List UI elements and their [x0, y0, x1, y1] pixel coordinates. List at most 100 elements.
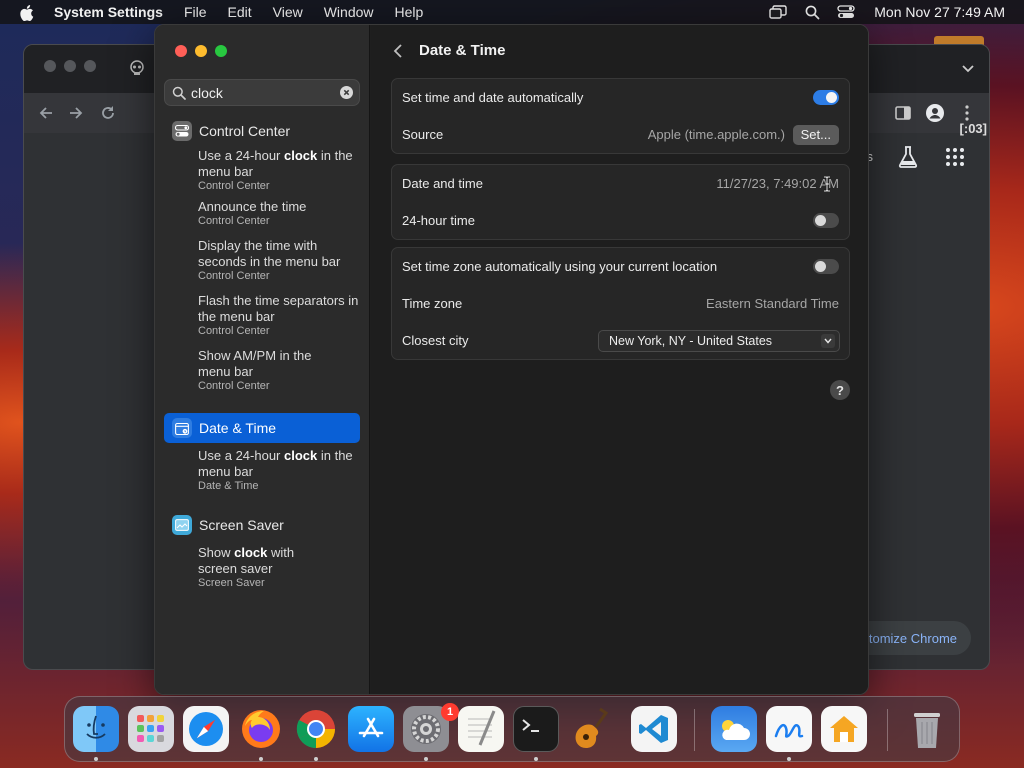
- side-panel-icon[interactable]: [893, 103, 913, 123]
- date-time-value: 11/27/23, 7:49:02 AM: [716, 176, 839, 191]
- running-indicator: [259, 757, 263, 761]
- dock-chrome[interactable]: [293, 706, 339, 752]
- control-center-icon: [172, 121, 192, 141]
- dock-finder[interactable]: [73, 706, 119, 752]
- vscode-icon: [639, 715, 668, 743]
- reload-icon[interactable]: [98, 103, 118, 123]
- page-title: Date & Time: [419, 42, 506, 59]
- dock-trash[interactable]: [904, 706, 950, 752]
- search-result-item[interactable]: Announce the time Control Center: [164, 199, 360, 228]
- dock-safari[interactable]: [183, 706, 229, 752]
- sidebar-item-screen-saver[interactable]: Screen Saver: [164, 510, 360, 540]
- search-result-source: Control Center: [198, 380, 270, 392]
- chrome-close-button[interactable]: [44, 60, 56, 72]
- closest-city-value: New York, NY - United States: [609, 333, 773, 348]
- set-time-automatically-toggle[interactable]: [813, 90, 839, 105]
- dock-separator: [694, 709, 695, 751]
- dock-firefox[interactable]: [238, 706, 284, 752]
- menu-file[interactable]: File: [184, 4, 207, 20]
- result-text: Use a 24-hour: [198, 448, 284, 463]
- menu-help[interactable]: Help: [395, 4, 424, 20]
- date-time-card: Date and time 11/27/23, 7:49:02 AM 24-ho…: [391, 164, 850, 240]
- window-zoom-button[interactable]: [215, 45, 227, 57]
- sidebar-item-label: Screen Saver: [199, 517, 284, 533]
- search-result-item[interactable]: Show clock with screen saver Screen Save…: [164, 545, 360, 590]
- menu-window[interactable]: Window: [324, 4, 374, 20]
- search-result-title: Flash the time separators in the menu ba…: [198, 293, 359, 324]
- search-result-title: Show AM/PM in the menu bar: [198, 348, 312, 379]
- toggle-knob: [826, 92, 837, 103]
- weather-cloud-icon: [722, 720, 750, 740]
- notification-badge: 1: [441, 703, 459, 721]
- menu-bar: System Settings File Edit View Window He…: [0, 0, 1024, 24]
- sidebar-item-label: Date & Time: [199, 420, 277, 436]
- spotlight-search-icon[interactable]: [802, 4, 822, 20]
- set-source-button[interactable]: Set...: [792, 124, 839, 145]
- tab-search-chevron-icon[interactable]: [961, 61, 975, 75]
- search-result-source: Control Center: [198, 325, 270, 337]
- window-close-button[interactable]: [175, 45, 187, 57]
- profile-avatar-icon[interactable]: [925, 103, 945, 123]
- labs-flask-icon[interactable]: [897, 145, 919, 169]
- source-row: Source Apple (time.apple.com.) Set...: [392, 116, 849, 153]
- forward-arrow-icon[interactable]: [66, 103, 86, 123]
- apple-menu-icon[interactable]: [20, 4, 34, 21]
- search-result-source: Screen Saver: [198, 577, 265, 589]
- system-settings-window: Control Center Use a 24-hour clock in th…: [154, 24, 869, 695]
- search-result-item[interactable]: Use a 24-hour clock in the menu bar Date…: [164, 448, 360, 493]
- result-match: clock: [284, 448, 318, 463]
- sidebar-search-field[interactable]: [164, 79, 360, 106]
- row-label: Set time and date automatically: [402, 90, 584, 105]
- menu-bar-clock[interactable]: Mon Nov 27 7:49 AM: [874, 4, 1005, 20]
- toggle-knob: [815, 215, 826, 226]
- screen-mirroring-icon[interactable]: [768, 4, 788, 20]
- dock-app-store[interactable]: [348, 706, 394, 752]
- dock-terminal[interactable]: [513, 706, 559, 752]
- search-result-item[interactable]: Flash the time separators in the menu ba…: [164, 293, 360, 338]
- closest-city-select[interactable]: New York, NY - United States: [598, 329, 840, 352]
- auto-time-zone-row: Set time zone automatically using your c…: [392, 248, 849, 285]
- row-label: Time zone: [402, 296, 463, 311]
- chrome-minimize-button[interactable]: [64, 60, 76, 72]
- row-label: Set time zone automatically using your c…: [402, 259, 718, 274]
- menu-edit[interactable]: Edit: [228, 4, 252, 20]
- row-label: Source: [402, 127, 444, 142]
- window-minimize-button[interactable]: [195, 45, 207, 57]
- sidebar-item-date-time[interactable]: Date & Time: [164, 413, 360, 443]
- dock-launchpad[interactable]: [128, 706, 174, 752]
- search-result-source: Control Center: [198, 270, 270, 282]
- dock-vscode[interactable]: [631, 706, 677, 752]
- menu-app-name[interactable]: System Settings: [54, 4, 163, 20]
- back-arrow-icon[interactable]: [36, 103, 56, 123]
- back-chevron-icon[interactable]: [391, 43, 405, 59]
- chrome-menu-icon[interactable]: [957, 103, 977, 123]
- search-result-item[interactable]: Show AM/PM in the menu bar Control Cente…: [164, 348, 360, 393]
- running-indicator: [94, 757, 98, 761]
- sidebar-group-date-time: Date & Time Use a 24-hour clock in the m…: [164, 413, 360, 499]
- clear-search-icon[interactable]: [340, 86, 353, 99]
- text-cursor-icon: [822, 175, 832, 193]
- search-result-item[interactable]: Display the time with seconds in the men…: [164, 238, 360, 283]
- 24-hour-time-toggle[interactable]: [813, 213, 839, 228]
- search-input[interactable]: [191, 83, 331, 103]
- dock-separator: [887, 709, 888, 751]
- sidebar-item-control-center[interactable]: Control Center: [164, 116, 360, 146]
- chrome-zoom-button[interactable]: [84, 60, 96, 72]
- help-button[interactable]: ?: [830, 380, 850, 400]
- search-result-item[interactable]: Use a 24-hour clock in the menu bar Cont…: [164, 148, 360, 193]
- source-value: Apple (time.apple.com.): [647, 127, 785, 142]
- dock-weather[interactable]: [711, 706, 757, 752]
- google-apps-grid-icon[interactable]: [945, 147, 965, 167]
- dock-garageband[interactable]: [568, 706, 614, 752]
- running-indicator: [787, 757, 791, 761]
- sidebar-item-label: Control Center: [199, 123, 291, 139]
- dock-freeform[interactable]: [766, 706, 812, 752]
- incognito-icon: [128, 59, 146, 77]
- menu-view[interactable]: View: [273, 4, 303, 20]
- finder-icon: [86, 715, 106, 739]
- dock-textedit[interactable]: [458, 706, 504, 752]
- control-center-icon[interactable]: [836, 4, 856, 20]
- auto-time-zone-toggle[interactable]: [813, 259, 839, 274]
- result-match: clock: [234, 545, 268, 560]
- dock-home[interactable]: [821, 706, 867, 752]
